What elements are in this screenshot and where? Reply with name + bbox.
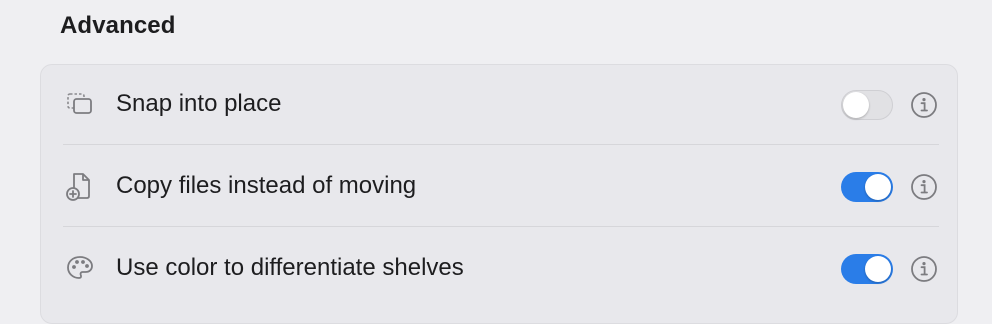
toggle-knob	[843, 92, 869, 118]
section-title: Advanced	[60, 12, 176, 39]
document-add-icon	[65, 171, 95, 201]
advanced-settings-panel: Snap into place Copy files instead of mo…	[40, 64, 958, 324]
setting-label: Copy files instead of moving	[116, 172, 417, 199]
toggle-knob	[865, 174, 891, 200]
info-icon[interactable]	[910, 91, 938, 119]
setting-row-color-shelves: Use color to differentiate shelves	[41, 229, 957, 311]
row-divider	[63, 226, 939, 227]
copy-files-toggle[interactable]	[841, 172, 893, 202]
setting-label: Snap into place	[116, 90, 282, 117]
snap-window-icon	[65, 89, 95, 119]
setting-label: Use color to differentiate shelves	[116, 254, 464, 281]
info-icon[interactable]	[910, 173, 938, 201]
setting-row-copy-files: Copy files instead of moving	[41, 147, 957, 229]
snap-into-place-toggle[interactable]	[841, 90, 893, 120]
color-shelves-toggle[interactable]	[841, 254, 893, 284]
toggle-knob	[865, 256, 891, 282]
palette-icon	[65, 253, 95, 283]
row-divider	[63, 144, 939, 145]
setting-row-snap-into-place: Snap into place	[41, 65, 957, 147]
info-icon[interactable]	[910, 255, 938, 283]
